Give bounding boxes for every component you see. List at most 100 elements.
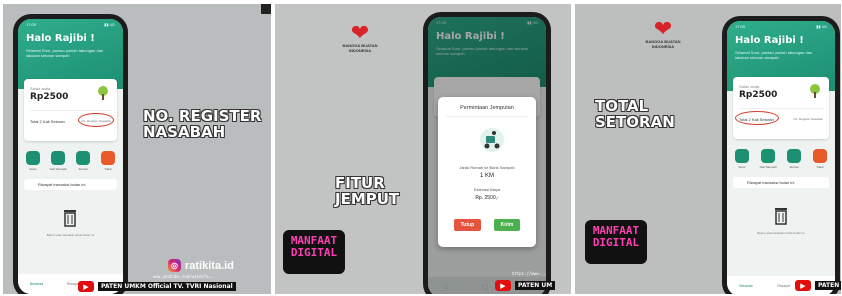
cost-label: Estimasi Biaya [473,187,501,192]
saldo-value: Rp2500 [739,90,778,100]
panel-register: 17:05 ▮▮ 4G Halo Rajibi ! Selamat Sore, p… [3,4,271,294]
jemput-label: Jemput [78,167,88,171]
heart-icon: ❤ [653,16,673,41]
jual-sampah-label: Jual Sampah [759,165,777,169]
corner-mark [261,4,271,14]
scooter-delivery-icon [480,128,504,152]
app-screen: 17:05 ▮▮ 4G Halo Rajibi ! Selamat Sore, p… [428,17,546,294]
saldo-value: Rp2500 [30,92,69,102]
bangga-buatan-logo: ❤ BANGGA BUATAN INDONESIA [633,18,693,50]
highlight-circle [735,111,779,125]
youtube-play-icon: ▶ [495,280,511,291]
riwayat-row[interactable]: Riwayat transaksi bulan ini [733,177,829,188]
manfaat-digital-badge: MANFAAT DIGITAL [585,220,647,264]
recycle-tree-icon [810,84,820,98]
nav-home-icon[interactable]: ⌂ [445,284,449,291]
divider [446,116,528,117]
nav-riwayat[interactable]: Riwayat [777,284,789,288]
youtube-badge: ▶ PATEN [795,280,841,291]
register-number: No. Register Nasabah [793,117,823,121]
greeting: Halo Rajibi ! [26,33,95,44]
panel-jemput: ❤ BANGGA BUATAN INDONESIA FITUR JEMPUT M… [275,4,571,294]
greeting: Halo Rajibi ! [735,35,804,46]
tukar-label: Tukar [104,167,112,171]
phone-frame: 17:05 ▮▮ 4G Halo Rajibi ! Selamat Sore, p… [13,14,128,294]
recycle-tree-icon [98,86,108,100]
manfaat-digital-badge: MANFAAT DIGITAL [283,230,345,274]
setor-button[interactable] [735,149,749,163]
caption-register: NO. REGISTER NASABAH [143,108,261,141]
highlight-circle [78,113,114,127]
youtube-badge: ▶ PATEN UMKM Official TV. TVRI Nasional [78,281,236,292]
jemput-label: Jemput [789,165,799,169]
trash-icon [775,208,787,225]
dialog-title: Permintaan Jemputan [460,105,514,111]
app-screen: 17:05 ▮▮ 4G Halo Rajibi ! Selamat Sore, p… [18,19,123,294]
divider [30,110,111,111]
jual-sampah-button[interactable] [51,151,65,165]
riwayat-label: Riwayat transaksi bulan ini [38,182,86,187]
instagram-handle: ◎ ratikita.id [168,259,234,272]
setor-label: Setor [738,165,746,169]
divider [739,108,823,109]
youtube-play-icon: ▶ [795,280,811,291]
youtube-label: PATEN UMKM Official TV. TVRI Nasional [98,282,236,291]
pickup-dialog: Permintaan Jemputan Jarak Rumah ke Bank … [438,97,536,247]
panel-total-setoran: ❤ BANGGA BUATAN INDONESIA TOTAL SETORAN … [575,4,841,294]
caption-jemput: FITUR JEMPUT [335,175,400,208]
youtube-badge: ▶ PATEN UM [495,280,556,291]
jemput-button[interactable] [787,149,801,163]
empty-state-text: Belum ada transaksi untuk bulan ini [757,231,805,235]
cost-value: Rp. 2500,- [475,195,499,201]
logo-text-2: INDONESIA [651,43,675,49]
youtube-label: PATEN UM [515,281,556,290]
caption-line-2: JEMPUT [335,189,400,208]
nav-beranda[interactable]: Beranda [30,282,43,286]
tukar-label: Tukar [816,165,824,169]
jual-sampah-button[interactable] [761,149,775,163]
badge-line-2: DIGITAL [290,245,338,259]
phone-frame: 17:05 ▮▮ 4G Halo Rajibi ! Selamat Sore, p… [423,12,551,294]
youtube-label: PATEN [815,281,841,290]
saldo-label: Saldo anda [739,84,760,89]
tukar-button[interactable] [813,149,827,163]
nav-beranda[interactable]: Beranda [739,284,752,288]
empty-state-text: Belum ada transaksi untuk bulan ini [46,233,95,237]
status-bar: 17:05 ▮▮ 4G [735,24,827,29]
total-setoran: Total 2 Kali Setoran [30,119,65,124]
caption-line-2: NASABAH [143,122,226,141]
trash-icon [64,210,76,227]
balance-card: Saldo anda Rp2500 Total 2 Kali Setoran N… [733,77,829,139]
youtube-play-icon: ▶ [78,281,94,292]
caption-line-2: SETORAN [595,112,675,131]
jual-sampah-label: Jual Sampah [49,167,67,171]
caption-total-setoran: TOTAL SETORAN [595,98,675,131]
distance-value: 1 KM [479,173,494,179]
greeting-subtitle: Selamat Sore, pantau jumlah tabungan dan… [735,50,813,61]
balance-card: Saldo anda Rp2500 Total 2 Kali Setoran N… [24,79,117,141]
instagram-text: ratikita.id [185,259,234,272]
instagram-icon: ◎ [168,259,181,272]
riwayat-label: Riwayat transaksi bulan ini [747,180,795,185]
logo-text-2: INDONESIA [348,47,372,53]
badge-line-2: DIGITAL [592,235,640,249]
riwayat-row[interactable]: Riwayat transaksi bulan ini [24,179,117,190]
setor-label: Setor [29,167,37,171]
saldo-label: Saldo anda [30,86,51,91]
distance-label: Jarak Rumah ke Bank Sampah [459,165,515,170]
greeting-subtitle: Selamat Sore, pantau jumlah tabungan dan… [26,48,104,59]
phone-frame: 17:05 ▮▮ 4G Halo Rajibi ! Selamat Sore, p… [722,16,840,294]
kirim-button[interactable]: Kirim [493,219,521,231]
app-screen: 17:05 ▮▮ 4G Halo Rajibi ! Selamat Sore, p… [727,21,835,294]
youtube-url: www.youtube.com/watch?v=... [153,274,219,279]
jemput-button[interactable] [76,151,90,165]
tukar-button[interactable] [101,151,115,165]
heart-icon: ❤ [350,20,370,45]
bangga-buatan-logo: ❤ BANGGA BUATAN INDONESIA [330,22,390,54]
status-bar: 17:05 ▮▮ 4G [26,22,115,27]
setor-button[interactable] [26,151,40,165]
badge-line-1: MANFAAT [290,234,338,247]
tutup-button[interactable]: Tutup [453,219,482,231]
badge-line-1: MANFAAT [592,224,640,237]
nav-history-icon[interactable]: ▢ [482,283,489,291]
